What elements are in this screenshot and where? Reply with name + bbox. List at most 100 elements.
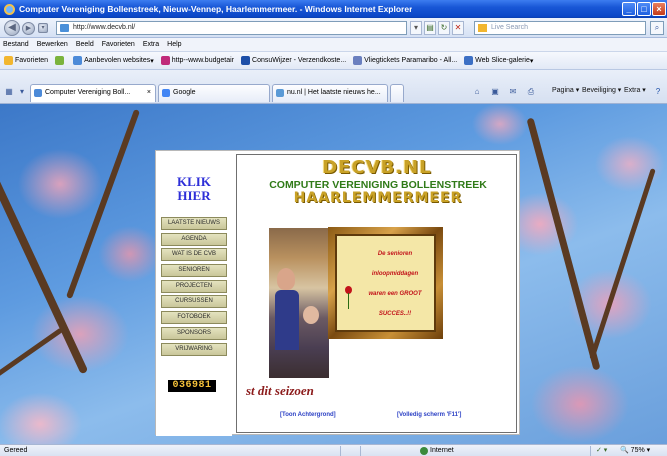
background-branch xyxy=(589,168,656,360)
safety-menu[interactable]: Beveiliging ▾ xyxy=(582,86,621,94)
recent-pages-dropdown[interactable]: ▾ xyxy=(38,23,48,33)
page-menu[interactable]: Pagina ▾ xyxy=(552,86,579,94)
tab-row: ▦ ▾ Computer Vereniging Boll... × Google… xyxy=(0,70,667,104)
nav-sponsors[interactable]: SPONSORS xyxy=(161,326,227,340)
help-icon[interactable]: ? xyxy=(651,85,665,99)
background-branch xyxy=(0,327,64,401)
add-favorite-button[interactable] xyxy=(55,56,66,65)
stop-button[interactable]: ✕ xyxy=(452,21,464,35)
zone-label: Internet xyxy=(430,447,454,454)
home-icon[interactable]: ⌂ xyxy=(470,85,484,99)
site-container: KLIK HIER LAATSTE NIEUWS AGENDA WAT IS D… xyxy=(155,150,520,436)
security-zone[interactable]: Internet xyxy=(420,445,454,456)
gold-frame: De senioren inloopmiddagen waren een GRO… xyxy=(328,227,443,339)
status-divider xyxy=(590,446,591,456)
close-window-button[interactable]: × xyxy=(652,2,666,16)
site-favicon-icon xyxy=(60,24,69,32)
back-button[interactable]: ◀ xyxy=(4,20,20,36)
search-input[interactable]: Live Search xyxy=(474,21,646,35)
site-nav: LAATSTE NIEUWS AGENDA WAT IS DE CVB SENI… xyxy=(161,217,227,358)
tab-label: Google xyxy=(173,89,196,96)
frame-line-3: waren een GROOT xyxy=(368,291,422,297)
compatibility-view-icon[interactable]: ▤ xyxy=(424,21,436,35)
new-tab-button[interactable] xyxy=(390,84,404,102)
live-search-icon xyxy=(478,24,487,32)
favorites-bar: Favorieten Aanbevolen websites ▾ http--w… xyxy=(0,52,667,70)
page-icon xyxy=(276,89,284,97)
rose-icon xyxy=(343,286,353,310)
menu-help[interactable]: Help xyxy=(167,41,181,48)
protected-mode-icon[interactable]: ✓ ▾ xyxy=(596,445,607,456)
forward-button[interactable]: ▶ xyxy=(22,22,35,35)
nav-senioren[interactable]: SENIOREN xyxy=(161,264,227,278)
visitor-counter: 036981 xyxy=(168,380,216,392)
search-button[interactable]: ⌕ xyxy=(650,21,664,35)
nav-wat-is-de-cvb[interactable]: WAT IS DE CVB xyxy=(161,248,227,262)
maximize-button[interactable]: □ xyxy=(637,2,651,16)
nav-vrijwaring[interactable]: VRIJWARING xyxy=(161,342,227,356)
web-slice-icon xyxy=(464,56,474,65)
tab-google[interactable]: Google xyxy=(158,84,270,102)
menu-bestand[interactable]: Bestand xyxy=(3,41,29,48)
show-background-link[interactable]: [Toon Achtergrond] xyxy=(280,412,336,418)
menu-extra[interactable]: Extra xyxy=(143,41,159,48)
minimize-button[interactable]: _ xyxy=(622,2,636,16)
nav-cursussen[interactable]: CURSUSSEN xyxy=(161,295,227,309)
nav-projecten[interactable]: PROJECTEN xyxy=(161,279,227,293)
menu-favorieten[interactable]: Favorieten xyxy=(102,41,135,48)
favbar-item-label: Vliegtickets Paramaribo - All... xyxy=(364,57,458,64)
favorites-star-icon xyxy=(4,56,13,65)
refresh-button[interactable]: ↻ xyxy=(438,21,450,35)
mail-icon[interactable]: ✉ xyxy=(506,85,520,99)
feeds-icon[interactable]: ▣ xyxy=(488,85,502,99)
favbar-item-consuwijzer[interactable]: ConsuWijzer - Verzendkoste... xyxy=(241,56,346,65)
frame-line-4: SUCCES..!! xyxy=(378,311,412,317)
frame-announcement: De senioren inloopmiddagen waren een GRO… xyxy=(335,234,436,332)
zoom-control[interactable]: 🔍 75% ▾ xyxy=(620,445,650,456)
address-url: http://www.decvb.nl/ xyxy=(73,24,136,31)
site-logo: DECVB.NL xyxy=(322,157,432,178)
photo-person xyxy=(275,290,299,350)
favbar-item-aanbevolen[interactable]: Aanbevolen websites ▾ xyxy=(73,56,154,65)
page-menu-label: Pagina xyxy=(552,87,574,94)
print-icon[interactable]: ⎙ xyxy=(524,85,538,99)
favorites-label: Favorieten xyxy=(15,57,49,64)
search-placeholder: Live Search xyxy=(491,24,528,31)
menu-beeld[interactable]: Beeld xyxy=(76,41,94,48)
favorites-button[interactable]: Favorieten xyxy=(4,56,48,65)
nav-laatste-nieuws[interactable]: LAATSTE NIEUWS xyxy=(161,217,227,230)
menu-bar: Bestand Bewerken Beeld Favorieten Extra … xyxy=(0,38,667,52)
close-tab-icon[interactable]: × xyxy=(147,85,151,101)
seniors-photo xyxy=(269,228,329,378)
status-bar: Gereed Internet ✓ ▾ 🔍 75% ▾ xyxy=(0,444,667,456)
quick-tabs-icon[interactable]: ▦ xyxy=(2,85,16,99)
background-branch xyxy=(526,117,601,371)
frame-line-2: inloopmiddagen xyxy=(371,271,419,277)
status-divider xyxy=(360,446,361,456)
tab-label: Computer Vereniging Boll... xyxy=(45,89,131,96)
background-branch xyxy=(65,109,141,299)
nav-fotoboek[interactable]: FOTOBOEK xyxy=(161,311,227,325)
tab-list-dropdown-icon[interactable]: ▾ xyxy=(15,85,29,99)
favbar-item-vliegtickets[interactable]: Vliegtickets Paramaribo - All... xyxy=(353,56,457,65)
menu-bewerken[interactable]: Bewerken xyxy=(37,41,68,48)
tools-menu[interactable]: Extra ▾ xyxy=(624,86,646,94)
site-sidebar: KLIK HIER LAATSTE NIEUWS AGENDA WAT IS D… xyxy=(156,151,232,436)
address-input[interactable]: http://www.decvb.nl/ xyxy=(56,21,407,35)
favbar-item-budgetair[interactable]: http--www.budgetair xyxy=(160,56,235,65)
photo-person xyxy=(303,306,319,324)
favbar-item-webslice[interactable]: Web Slice-galerie ▾ xyxy=(464,56,533,65)
address-dropdown-icon[interactable]: ▾ xyxy=(410,21,422,35)
tab-nunl[interactable]: nu.nl | Het laatste nieuws he... xyxy=(272,84,388,102)
globe-icon xyxy=(420,447,428,455)
klik-hier-link[interactable]: KLIK HIER xyxy=(156,175,232,203)
nav-agenda[interactable]: AGENDA xyxy=(161,232,227,246)
google-icon xyxy=(162,89,170,97)
favbar-item-label: Aanbevolen websites xyxy=(84,57,151,64)
fullscreen-link[interactable]: [Volledig scherm 'F11'] xyxy=(397,412,461,418)
status-text: Gereed xyxy=(4,447,28,454)
tab-cvb[interactable]: Computer Vereniging Boll... × xyxy=(30,84,156,102)
favbar-item-label: http--www.budgetair xyxy=(171,57,235,64)
page-icon xyxy=(34,89,42,97)
zoom-level: 75% xyxy=(630,447,645,454)
